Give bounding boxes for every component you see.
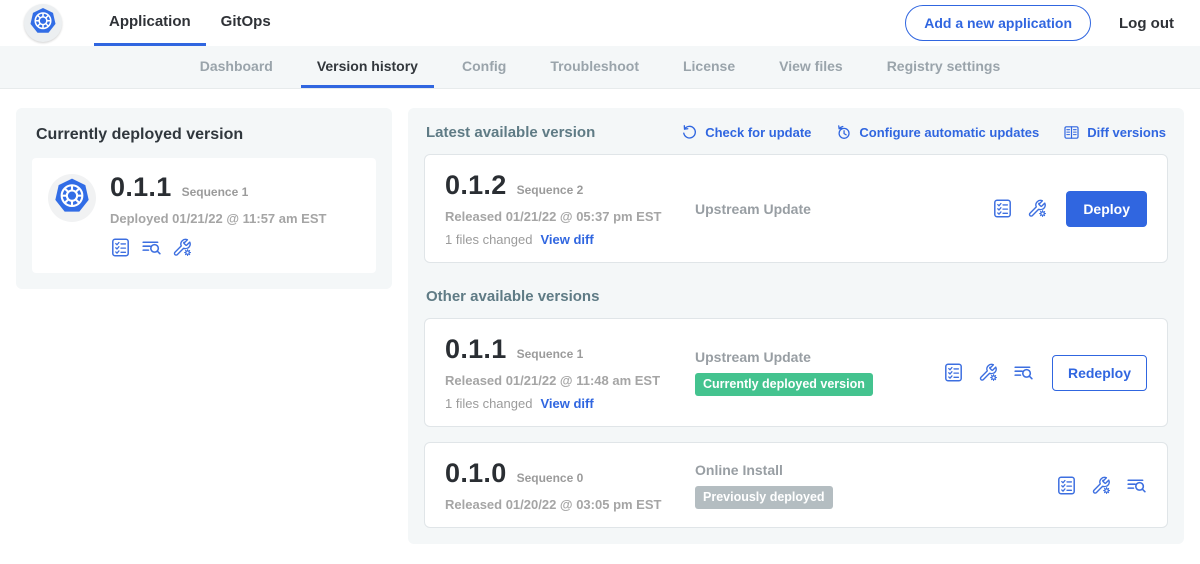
deployed-sequence-label: Sequence 1 (182, 185, 249, 199)
files-changed-label: 1 files changed (445, 396, 532, 411)
currently-deployed-panel: Currently deployed version 0.1.1 Sequenc… (16, 108, 392, 289)
redeploy-button[interactable]: Redeploy (1052, 355, 1147, 391)
version-history-page: Currently deployed version 0.1.1 Sequenc… (0, 89, 1200, 563)
version-card-0-1-2: 0.1.2 Sequence 2 Released 01/21/22 @ 05:… (424, 154, 1168, 263)
preflight-checks-icon[interactable] (992, 198, 1013, 219)
tab-gitops[interactable]: GitOps (206, 0, 286, 46)
sequence-label: Sequence 0 (517, 471, 584, 485)
configure-automatic-updates-label: Configure automatic updates (859, 125, 1039, 140)
check-for-update-link[interactable]: Check for update (681, 124, 811, 141)
version-source: Upstream Update Currently deployed versi… (695, 349, 943, 396)
released-timestamp: Released 01/20/22 @ 03:05 pm EST (445, 497, 695, 512)
version-number: 0.1.0 (445, 458, 507, 489)
currently-deployed-badge: Currently deployed version (695, 373, 873, 396)
sequence-label: Sequence 2 (517, 183, 584, 197)
edit-config-icon[interactable] (978, 362, 999, 383)
subnav-label: Registry settings (887, 58, 1001, 74)
preflight-checks-icon[interactable] (110, 237, 131, 258)
latest-version-title: Latest available version (426, 124, 657, 141)
subnav-label: Config (462, 58, 506, 74)
app-avatar (48, 174, 96, 222)
deploy-logs-icon[interactable] (1013, 362, 1034, 383)
scheduled-update-icon (835, 124, 852, 141)
available-versions-panel: Latest available version Check for updat… (408, 108, 1184, 544)
other-versions-title: Other available versions (426, 288, 1166, 305)
version-details: 0.1.1 Sequence 1 Released 01/21/22 @ 11:… (445, 334, 695, 411)
subnav-label: Dashboard (200, 58, 273, 74)
tab-gitops-label: GitOps (221, 13, 271, 30)
version-number: 0.1.2 (445, 170, 507, 201)
version-source: Upstream Update (695, 201, 992, 217)
subnav-item-license[interactable]: License (667, 46, 751, 88)
subnav-item-troubleshoot[interactable]: Troubleshoot (534, 46, 655, 88)
topnav-spacer (286, 0, 906, 46)
logout-button[interactable]: Log out (1119, 15, 1174, 32)
edit-config-icon[interactable] (1027, 198, 1048, 219)
preflight-checks-icon[interactable] (1056, 475, 1077, 496)
version-card-0-1-0: 0.1.0 Sequence 0 Released 01/20/22 @ 03:… (424, 442, 1168, 528)
edit-config-icon[interactable] (172, 237, 193, 258)
edit-config-icon[interactable] (1091, 475, 1112, 496)
kubernetes-logo-icon (28, 6, 58, 41)
configure-automatic-updates-link[interactable]: Configure automatic updates (835, 124, 1039, 141)
version-card-0-1-1: 0.1.1 Sequence 1 Released 01/21/22 @ 11:… (424, 318, 1168, 427)
source-label: Online Install (695, 462, 1056, 478)
diff-columns-icon (1063, 124, 1080, 141)
diff-versions-label: Diff versions (1087, 125, 1166, 140)
deployed-version-details: 0.1.1 Sequence 1 Deployed 01/21/22 @ 11:… (110, 172, 326, 258)
version-source: Online Install Previously deployed (695, 462, 1056, 509)
subnav-item-version-history[interactable]: Version history (301, 46, 434, 88)
subnav-label: View files (779, 58, 843, 74)
latest-version-header: Latest available version Check for updat… (426, 124, 1166, 141)
tab-application[interactable]: Application (94, 0, 206, 46)
version-actions: Deploy (992, 191, 1147, 227)
subnav-label: License (683, 58, 735, 74)
subnav-label: Troubleshoot (550, 58, 639, 74)
deployed-panel-title: Currently deployed version (36, 126, 372, 144)
view-diff-link[interactable]: View diff (540, 396, 593, 411)
top-navbar: Application GitOps Add a new application… (0, 0, 1200, 46)
version-number: 0.1.1 (445, 334, 507, 365)
kubernetes-logo-icon (52, 176, 92, 221)
deploy-logs-icon[interactable] (141, 237, 162, 258)
version-details: 0.1.2 Sequence 2 Released 01/21/22 @ 05:… (445, 170, 695, 247)
deploy-logs-icon[interactable] (1126, 475, 1147, 496)
version-actions (1056, 475, 1147, 496)
sequence-label: Sequence 1 (517, 347, 584, 361)
app-logo[interactable] (24, 4, 62, 42)
deploy-button[interactable]: Deploy (1066, 191, 1147, 227)
released-timestamp: Released 01/21/22 @ 05:37 pm EST (445, 209, 695, 224)
diff-versions-link[interactable]: Diff versions (1063, 124, 1166, 141)
source-label: Upstream Update (695, 349, 943, 365)
deployed-version-card: 0.1.1 Sequence 1 Deployed 01/21/22 @ 11:… (32, 158, 376, 273)
check-for-update-label: Check for update (705, 125, 811, 140)
released-timestamp: Released 01/21/22 @ 11:48 am EST (445, 373, 695, 388)
files-changed-label: 1 files changed (445, 232, 532, 247)
deployed-timestamp: Deployed 01/21/22 @ 11:57 am EST (110, 211, 326, 226)
tab-application-label: Application (109, 13, 191, 30)
subnav-label: Version history (317, 58, 418, 74)
version-details: 0.1.0 Sequence 0 Released 01/20/22 @ 03:… (445, 458, 695, 512)
source-label: Upstream Update (695, 201, 992, 217)
deployed-version-number: 0.1.1 (110, 172, 172, 203)
version-actions: Redeploy (943, 355, 1147, 391)
app-sub-navbar: Dashboard Version history Config Trouble… (0, 46, 1200, 89)
preflight-checks-icon[interactable] (943, 362, 964, 383)
subnav-item-dashboard[interactable]: Dashboard (184, 46, 289, 88)
view-diff-link[interactable]: View diff (540, 232, 593, 247)
previously-deployed-badge: Previously deployed (695, 486, 833, 509)
subnav-item-view-files[interactable]: View files (763, 46, 859, 88)
add-application-button[interactable]: Add a new application (905, 5, 1091, 41)
subnav-item-config[interactable]: Config (446, 46, 522, 88)
refresh-icon (681, 124, 698, 141)
subnav-item-registry-settings[interactable]: Registry settings (871, 46, 1017, 88)
